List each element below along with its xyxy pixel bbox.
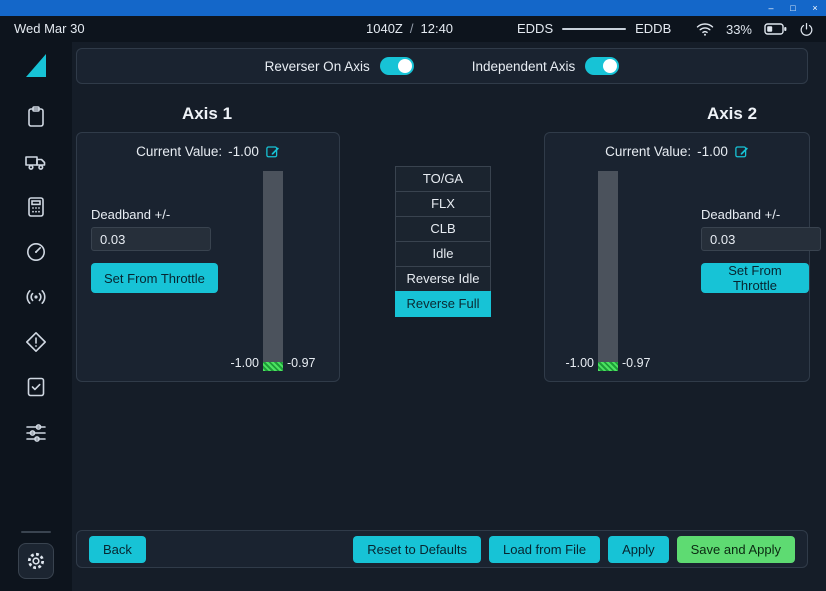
route-progress-line — [562, 28, 626, 30]
wifi-icon — [696, 22, 714, 37]
reverser-toggle-label: Reverser On Axis — [265, 59, 370, 74]
axis1-bar-min-label: -1.00 — [215, 356, 259, 370]
reverser-toggle-group: Reverser On Axis — [265, 57, 414, 75]
axis1-set-from-throttle-button[interactable]: Set From Throttle — [91, 263, 218, 293]
reset-to-defaults-button[interactable]: Reset to Defaults — [353, 536, 481, 563]
checklist-icon — [24, 375, 48, 399]
current-value: -1.00 — [228, 144, 259, 159]
app-logo-icon — [21, 52, 51, 85]
sidebar-divider — [21, 531, 51, 533]
battery-icon — [764, 23, 787, 35]
axis1-deadband-input[interactable] — [91, 227, 211, 251]
back-button[interactable]: Back — [89, 536, 146, 563]
detent-item-reverse-idle[interactable]: Reverse Idle — [395, 266, 491, 292]
axis2-current-value-row: Current Value: -1.00 — [545, 144, 809, 159]
axis1-deadband-marker — [263, 362, 283, 371]
clipboard-icon — [24, 105, 48, 129]
app-window: – □ × Wed Mar 30 1040Z / 12:40 EDDS EDDB — [0, 0, 826, 591]
independent-axis-toggle[interactable] — [585, 57, 619, 75]
detent-item-toga[interactable]: TO/GA — [395, 166, 491, 192]
edit-icon[interactable] — [265, 144, 280, 159]
independent-toggle-label: Independent Axis — [472, 59, 576, 74]
deadband-label: Deadband +/- — [701, 207, 780, 222]
axis2-value-bar — [598, 171, 618, 371]
toggle-knob — [603, 59, 617, 73]
maximize-button[interactable]: □ — [782, 0, 804, 16]
sidebar-item-settings[interactable] — [18, 543, 54, 579]
axis1-heading: Axis 1 — [72, 104, 342, 124]
footer-action-bar: Back Reset to Defaults Load from File Ap… — [76, 530, 808, 568]
truck-icon — [24, 150, 48, 174]
status-bar: Wed Mar 30 1040Z / 12:40 EDDS EDDB 33% — [0, 16, 826, 42]
sidebar-item-clipboard[interactable] — [24, 105, 48, 129]
axis-options-bar: Reverser On Axis Independent Axis — [76, 48, 808, 84]
axis2-bar-min-label: -1.00 — [549, 356, 594, 370]
minimize-button[interactable]: – — [760, 0, 782, 16]
battery-percent: 33% — [726, 22, 752, 37]
save-and-apply-button[interactable]: Save and Apply — [677, 536, 795, 563]
utc-time: 1040Z — [366, 21, 403, 36]
current-value-label: Current Value: — [605, 144, 691, 159]
status-time: 1040Z / 12:40 — [366, 21, 453, 36]
deadband-label: Deadband +/- — [91, 207, 170, 222]
route-origin: EDDS — [517, 21, 553, 36]
current-value: -1.00 — [697, 144, 728, 159]
sidebar-item-failures[interactable] — [24, 330, 48, 354]
status-date: Wed Mar 30 — [14, 21, 85, 36]
detent-item-flx[interactable]: FLX — [395, 191, 491, 217]
axis2-bar-max-label: -0.97 — [622, 356, 651, 370]
axis2-heading: Axis 2 — [597, 104, 826, 124]
axis1-card: Current Value: -1.00 Deadband +/- Set Fr… — [76, 132, 340, 382]
axis2-card: Current Value: -1.00 Deadband +/- Set Fr… — [544, 132, 810, 382]
apply-button[interactable]: Apply — [608, 536, 669, 563]
sidebar-item-ground-services[interactable] — [24, 150, 48, 174]
gauge-icon — [24, 240, 48, 264]
sliders-icon — [24, 420, 48, 444]
sidebar-item-checklist[interactable] — [24, 375, 48, 399]
main-content: Reverser On Axis Independent Axis Axis 1… — [72, 42, 826, 591]
detent-item-clb[interactable]: CLB — [395, 216, 491, 242]
current-value-label: Current Value: — [136, 144, 222, 159]
sidebar-nav — [24, 105, 48, 444]
detent-item-idle[interactable]: Idle — [395, 241, 491, 267]
close-button[interactable]: × — [804, 0, 826, 16]
time-separator: / — [410, 21, 414, 36]
axis1-bar-max-label: -0.97 — [287, 356, 316, 370]
sidebar-bottom — [18, 531, 54, 579]
independent-toggle-group: Independent Axis — [472, 57, 620, 75]
sidebar-item-radio[interactable] — [24, 285, 48, 309]
detent-item-reverse-full[interactable]: Reverse Full — [395, 291, 491, 317]
detent-list: TO/GA FLX CLB Idle Reverse Idle Reverse … — [395, 166, 491, 317]
axis1-current-value-row: Current Value: -1.00 — [77, 144, 339, 159]
axis2-deadband-input[interactable] — [701, 227, 821, 251]
axis1-value-bar — [263, 171, 283, 371]
broadcast-icon — [24, 285, 48, 309]
toggle-knob — [398, 59, 412, 73]
reverser-axis-toggle[interactable] — [380, 57, 414, 75]
axis2-deadband-marker — [598, 362, 618, 371]
flight-route: EDDS EDDB — [517, 21, 671, 36]
power-icon[interactable] — [799, 22, 814, 37]
sidebar-item-options[interactable] — [24, 420, 48, 444]
route-destination: EDDB — [635, 21, 671, 36]
load-from-file-button[interactable]: Load from File — [489, 536, 600, 563]
axis2-set-from-throttle-button[interactable]: Set From Throttle — [701, 263, 809, 293]
local-time: 12:40 — [421, 21, 454, 36]
alert-icon — [24, 330, 48, 354]
sidebar — [0, 42, 72, 591]
sidebar-item-performance[interactable] — [24, 240, 48, 264]
calculator-icon — [24, 195, 48, 219]
edit-icon[interactable] — [734, 144, 749, 159]
gear-icon — [25, 550, 47, 572]
footer-right-buttons: Reset to Defaults Load from File Apply S… — [353, 536, 795, 563]
titlebar: – □ × — [0, 0, 826, 16]
status-right-cluster: 33% — [696, 16, 814, 42]
sidebar-item-calculator[interactable] — [24, 195, 48, 219]
